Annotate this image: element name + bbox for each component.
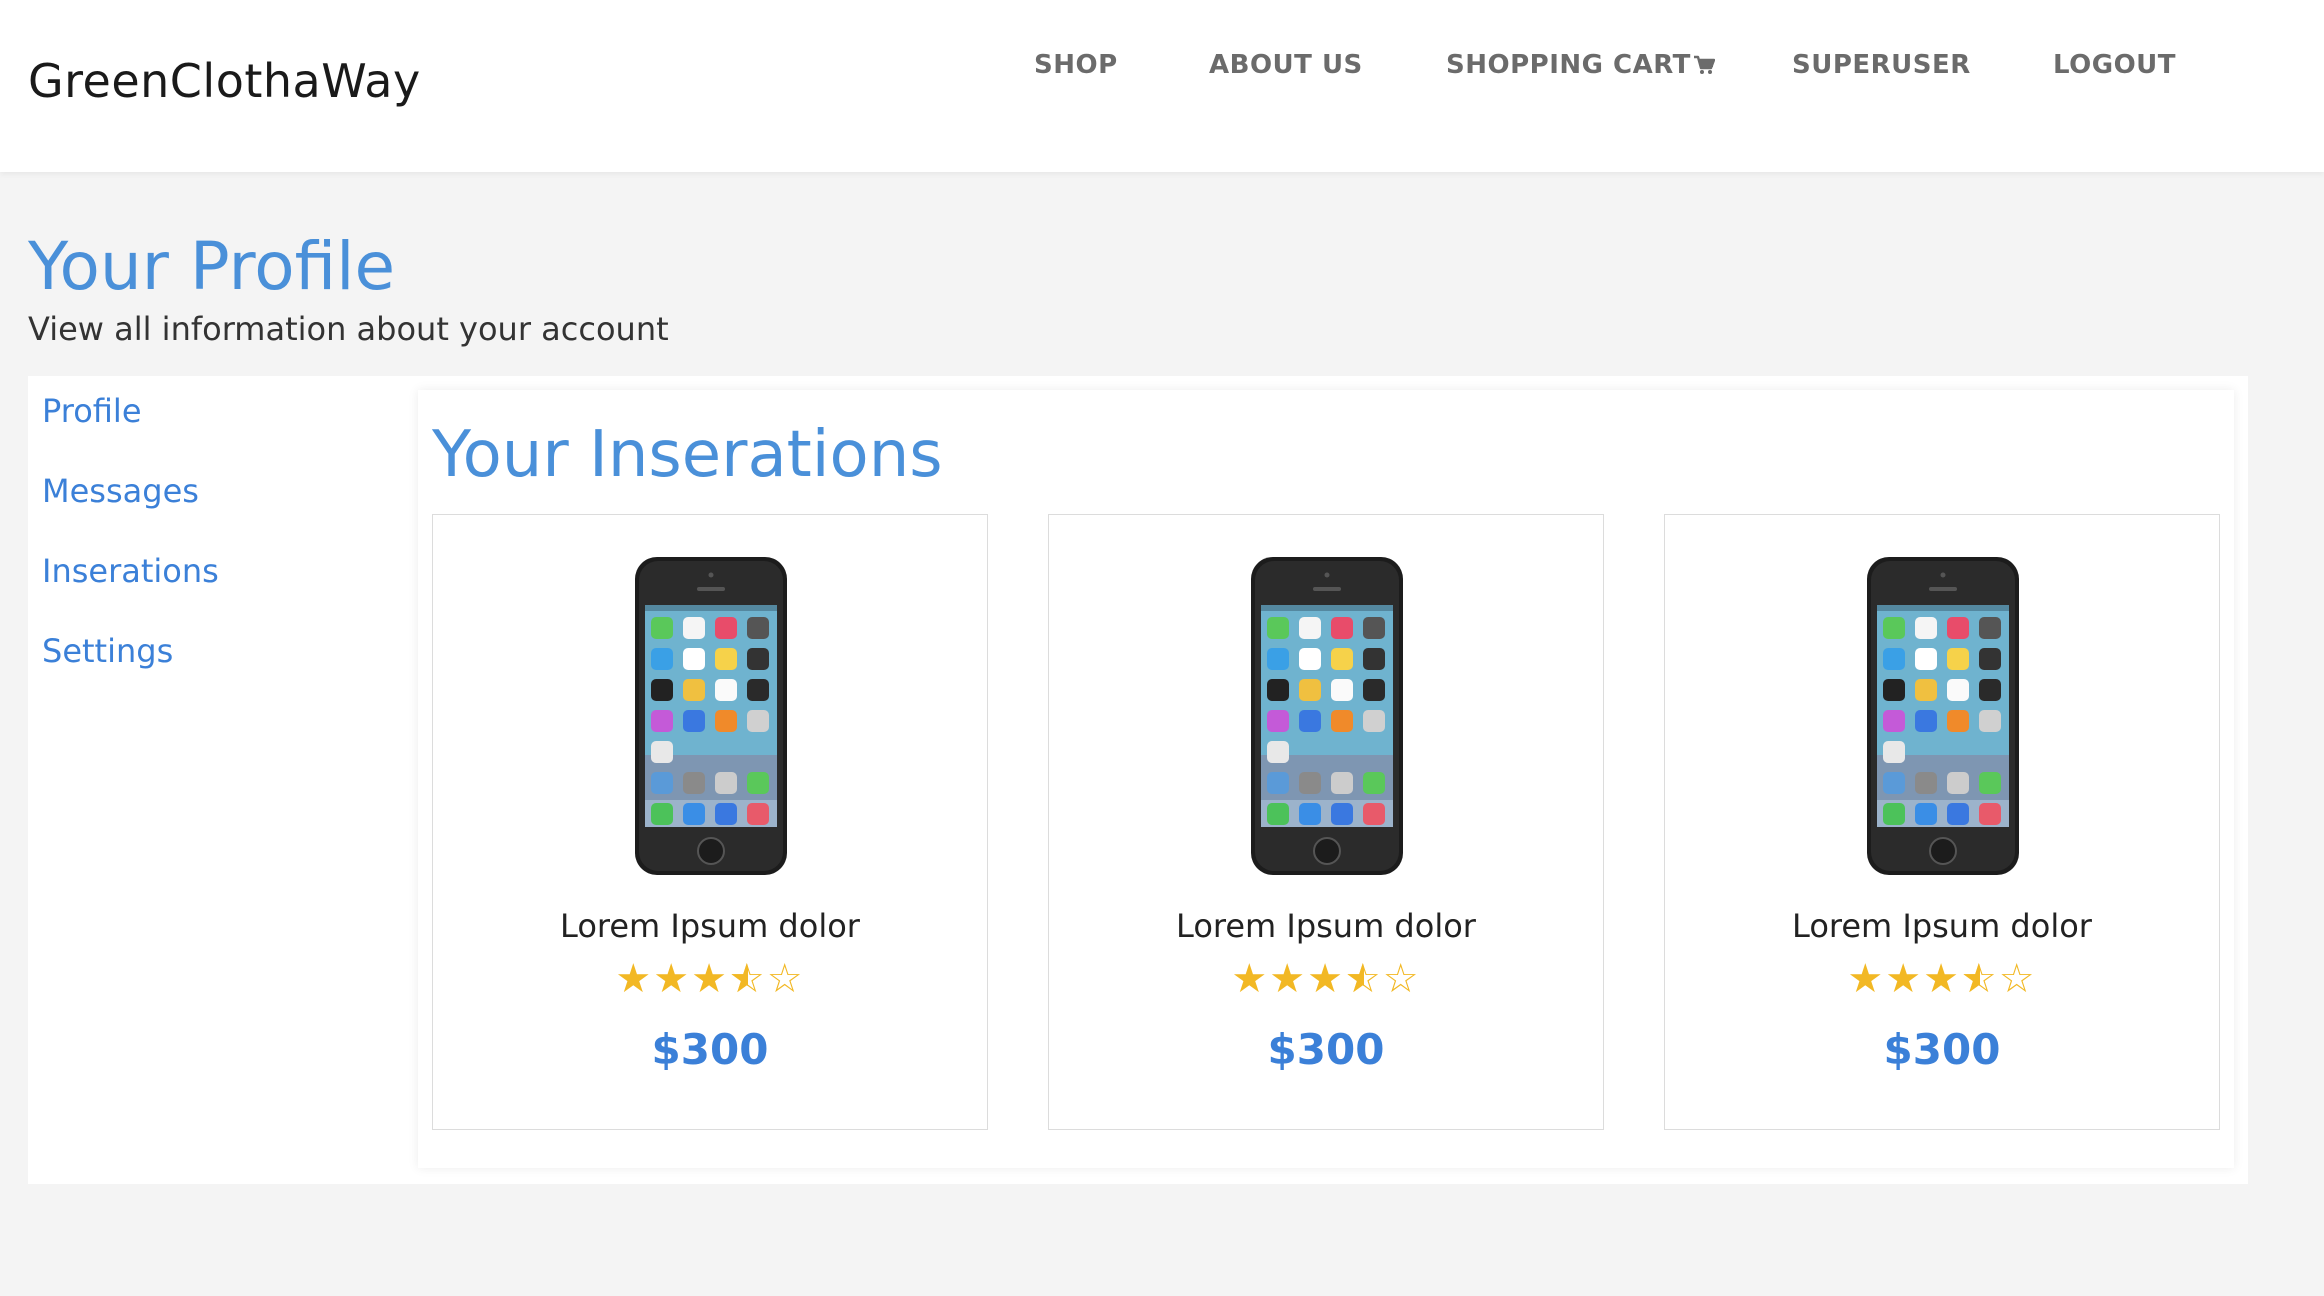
star-empty-icon: ☆ — [766, 956, 805, 1002]
star-half-icon: ★ — [1961, 959, 1999, 999]
sidebar-item-inserations[interactable]: Inserations — [42, 552, 219, 590]
product-title: Lorem Ipsum dolor — [1792, 907, 2092, 945]
product-card[interactable]: Lorem Ipsum dolor ★★★★☆ $300 — [1048, 514, 1604, 1130]
nav-superuser[interactable]: SUPERUSER — [1792, 50, 1971, 80]
product-title: Lorem Ipsum dolor — [1176, 907, 1476, 945]
star-full-icon: ★ — [1307, 956, 1345, 1002]
star-full-icon: ★ — [691, 956, 729, 1002]
star-empty-icon: ☆ — [1382, 956, 1421, 1002]
product-price: $300 — [1883, 1025, 2001, 1074]
star-full-icon: ★ — [653, 956, 692, 1002]
star-full-icon: ★ — [1847, 956, 1886, 1002]
product-title: Lorem Ipsum dolor — [560, 907, 860, 945]
star-full-icon: ★ — [615, 956, 654, 1002]
page-title: Your Profile — [28, 228, 396, 305]
star-full-icon: ★ — [1231, 956, 1270, 1002]
star-full-icon: ★ — [1923, 956, 1961, 1002]
nav-about-us[interactable]: ABOUT US — [1209, 50, 1363, 80]
product-rating: ★★★★☆ — [1049, 959, 1603, 999]
product-image — [1867, 557, 2019, 875]
sidebar-item-profile[interactable]: Profile — [42, 392, 142, 430]
product-card[interactable]: Lorem Ipsum dolor ★★★★☆ $300 — [432, 514, 988, 1130]
main-nav: SHOP ABOUT US SHOPPING CART SUPERUSER LO… — [0, 50, 2324, 90]
star-half-icon: ★ — [1345, 959, 1383, 999]
cart-icon — [1693, 55, 1715, 74]
nav-shopping-cart[interactable]: SHOPPING CART — [1446, 50, 1715, 80]
star-empty-icon: ☆ — [1998, 956, 2037, 1002]
nav-shop[interactable]: SHOP — [1034, 50, 1118, 80]
sidebar-item-messages[interactable]: Messages — [42, 472, 199, 510]
nav-shopping-cart-label: SHOPPING CART — [1446, 50, 1691, 80]
sidebar-item-settings[interactable]: Settings — [42, 632, 173, 670]
product-rating: ★★★★☆ — [1665, 959, 2219, 999]
product-card[interactable]: Lorem Ipsum dolor ★★★★☆ $300 — [1664, 514, 2220, 1130]
site-header: GreenClothaWay SHOP ABOUT US SHOPPING CA… — [0, 0, 2324, 172]
section-title: Your Inserations — [432, 418, 943, 492]
page-subtitle: View all information about your account — [28, 310, 669, 348]
product-price: $300 — [651, 1025, 769, 1074]
inserations-section: Your Inserations Lorem Ipsum dolor ★★★★☆… — [418, 390, 2234, 1168]
star-full-icon: ★ — [1269, 956, 1308, 1002]
nav-logout[interactable]: LOGOUT — [2053, 50, 2176, 80]
product-price: $300 — [1267, 1025, 1385, 1074]
product-image — [635, 557, 787, 875]
product-rating: ★★★★☆ — [433, 959, 987, 999]
star-half-icon: ★ — [729, 959, 767, 999]
star-full-icon: ★ — [1885, 956, 1924, 1002]
profile-panel: Profile Messages Inserations Settings Yo… — [28, 376, 2248, 1184]
product-image — [1251, 557, 1403, 875]
